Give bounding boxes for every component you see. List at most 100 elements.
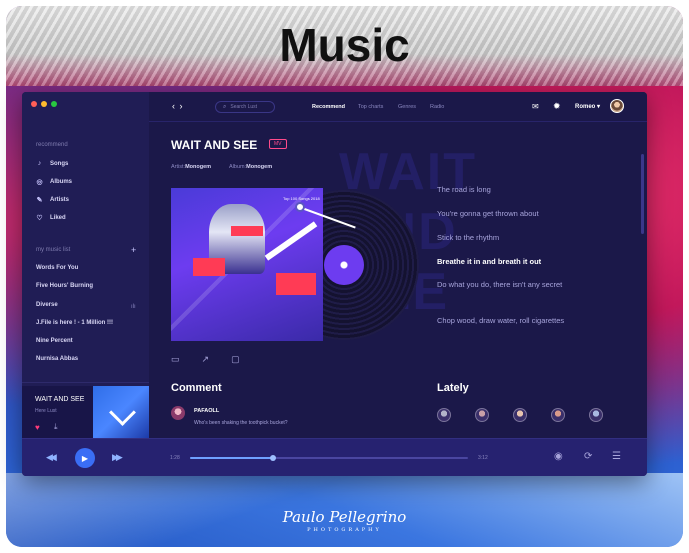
like-heart-icon[interactable]: ♥ xyxy=(35,423,40,432)
tab-radio[interactable]: Radio xyxy=(430,104,444,110)
artist-label: Artist: xyxy=(171,164,186,170)
photographer-signature: Paulo Pellegrino PHOTOGRAPHY xyxy=(6,508,683,533)
repeat-icon[interactable]: ⟳ xyxy=(584,451,592,462)
progress-thumb[interactable] xyxy=(270,455,277,461)
avatar[interactable] xyxy=(437,408,451,422)
artist-credit[interactable]: Artist:Monogem xyxy=(171,164,211,170)
playing-bars-icon: ılı xyxy=(131,304,136,310)
sidebar-item-label: Albums xyxy=(50,179,73,185)
user-name: Romeo xyxy=(575,104,596,110)
tab-top-charts[interactable]: Top charts xyxy=(358,104,383,110)
time-current: 1:28 xyxy=(170,455,180,461)
playlist-item[interactable]: Five Hours' Burning xyxy=(36,283,93,289)
sidebar-item-label: Songs xyxy=(50,160,69,167)
folder-icon[interactable]: ▭ xyxy=(171,354,180,365)
lyric-line: Stick to the rhythm xyxy=(437,233,500,242)
minimize-window-button[interactable] xyxy=(41,101,47,107)
download-icon[interactable]: ⤓ xyxy=(54,422,58,432)
player-bar: ◀◀ ▶ ▶▶ 1:28 3:12 ◉ ⟳ ☰ xyxy=(22,438,647,476)
play-button[interactable]: ▶ xyxy=(75,448,95,468)
album-credit[interactable]: Album:Monogem xyxy=(229,164,272,170)
playlist-item[interactable]: Words For You xyxy=(36,265,78,271)
comment-icon[interactable]: ▢ xyxy=(231,354,240,365)
now-playing-card[interactable]: WAIT AND SEE Here Lust ♥ ⤓ xyxy=(22,386,149,438)
heart-icon: ♡ xyxy=(36,215,43,222)
music-note-icon: ♪ xyxy=(37,160,42,167)
avatar[interactable] xyxy=(513,408,527,422)
tab-genres[interactable]: Genres xyxy=(398,104,416,110)
volume-icon[interactable]: ◉ xyxy=(554,451,563,462)
main-content: ‹ › ⌕ Recommend Top charts Genres Radio … xyxy=(149,92,647,438)
mail-icon[interactable]: ✉ xyxy=(532,102,539,111)
now-playing-title: WAIT AND SEE xyxy=(35,396,85,403)
avatar[interactable] xyxy=(589,408,603,422)
lyric-line: The road is long xyxy=(437,185,491,194)
album-red-block xyxy=(193,258,225,276)
close-window-button[interactable] xyxy=(31,101,37,107)
sidebar-item-liked[interactable]: ♡ Liked xyxy=(36,214,66,222)
tonearm-base xyxy=(295,202,305,212)
add-playlist-icon[interactable]: + xyxy=(131,245,136,255)
signature-subtitle: PHOTOGRAPHY xyxy=(307,527,382,533)
search-icon: ⌕ xyxy=(223,103,227,110)
lyric-line: Chop wood, draw water, roll cigarettes xyxy=(437,316,565,325)
next-track-icon[interactable]: ▶▶ xyxy=(112,452,123,463)
page-title: Music xyxy=(279,19,410,71)
chevron-down-icon: ▾ xyxy=(597,104,601,110)
avatar[interactable] xyxy=(475,408,489,422)
previous-track-icon[interactable]: ◀◀ xyxy=(46,452,57,463)
comment-section-title: Comment xyxy=(171,382,222,394)
sidebar-item-artists[interactable]: ✎ Artists xyxy=(36,196,69,204)
gear-icon[interactable]: ✹ xyxy=(553,101,561,112)
playlist-section-label: my music list xyxy=(36,247,71,253)
avatar[interactable] xyxy=(551,408,565,422)
music-app-window: recommend ♪ Songs ◎ Albums ✎ Artists ♡ L… xyxy=(22,92,647,476)
playlist-item[interactable]: J.File is here ! - 1 Million !!! xyxy=(36,320,113,326)
album-label: Album: xyxy=(229,164,247,170)
user-menu[interactable]: Romeo ▾ xyxy=(575,103,600,110)
lately-section-title: Lately xyxy=(437,382,469,394)
window-controls xyxy=(31,101,57,107)
playlist-item[interactable]: Diverse xyxy=(36,302,58,308)
playlist-item[interactable]: Nurnisa Abbas xyxy=(36,356,78,362)
header-band: Music xyxy=(6,6,683,86)
sidebar-item-songs[interactable]: ♪ Songs xyxy=(36,160,69,167)
share-icon[interactable]: ↗ xyxy=(202,354,210,365)
song-actions: ▭ ↗ ▢ xyxy=(171,354,240,365)
scrollbar[interactable] xyxy=(641,154,644,234)
playlist-item[interactable]: Nine Percent xyxy=(36,338,73,344)
maximize-window-button[interactable] xyxy=(51,101,57,107)
sidebar-divider xyxy=(22,382,149,383)
time-total: 3:12 xyxy=(478,455,488,461)
microphone-icon: ✎ xyxy=(36,197,43,204)
avatar[interactable] xyxy=(171,406,185,420)
sidebar: recommend ♪ Songs ◎ Albums ✎ Artists ♡ L… xyxy=(22,92,149,438)
comment-text: Who's been shaking the toothpick bucket? xyxy=(194,420,288,426)
lyric-line-active: Breathe it in and breath it out xyxy=(437,257,542,266)
search-input[interactable] xyxy=(230,104,271,110)
album-stripe xyxy=(264,221,318,261)
now-playing-cover[interactable] xyxy=(93,386,149,438)
footer-band: Paulo Pellegrino PHOTOGRAPHY xyxy=(6,473,683,547)
now-playing-artist: Here Lust xyxy=(35,408,57,414)
search-box[interactable]: ⌕ xyxy=(215,101,275,113)
sidebar-item-albums[interactable]: ◎ Albums xyxy=(36,178,72,186)
progress-slider[interactable] xyxy=(190,455,468,461)
song-title: WAIT AND SEE xyxy=(171,138,258,152)
album-red-block xyxy=(231,226,263,236)
signature-name: Paulo Pellegrino xyxy=(282,508,407,526)
album-red-block xyxy=(276,273,316,295)
artist-name: Monogem xyxy=(185,164,212,170)
playlist-queue-icon[interactable]: ☰ xyxy=(612,451,621,462)
avatar[interactable] xyxy=(610,99,624,113)
recommend-section-label: recommend xyxy=(36,142,68,148)
tab-recommend[interactable]: Recommend xyxy=(312,104,345,110)
sidebar-item-label: Liked xyxy=(50,215,66,221)
mv-badge[interactable]: MV xyxy=(269,139,287,149)
back-forward-icon[interactable]: ‹ › xyxy=(172,101,184,111)
top-bar: ‹ › ⌕ Recommend Top charts Genres Radio … xyxy=(149,92,647,122)
disc-icon: ◎ xyxy=(36,179,43,186)
album-name: Monogem xyxy=(246,164,273,170)
comment-user[interactable]: PAFAOLL xyxy=(194,408,219,414)
progress-fill xyxy=(190,457,274,459)
